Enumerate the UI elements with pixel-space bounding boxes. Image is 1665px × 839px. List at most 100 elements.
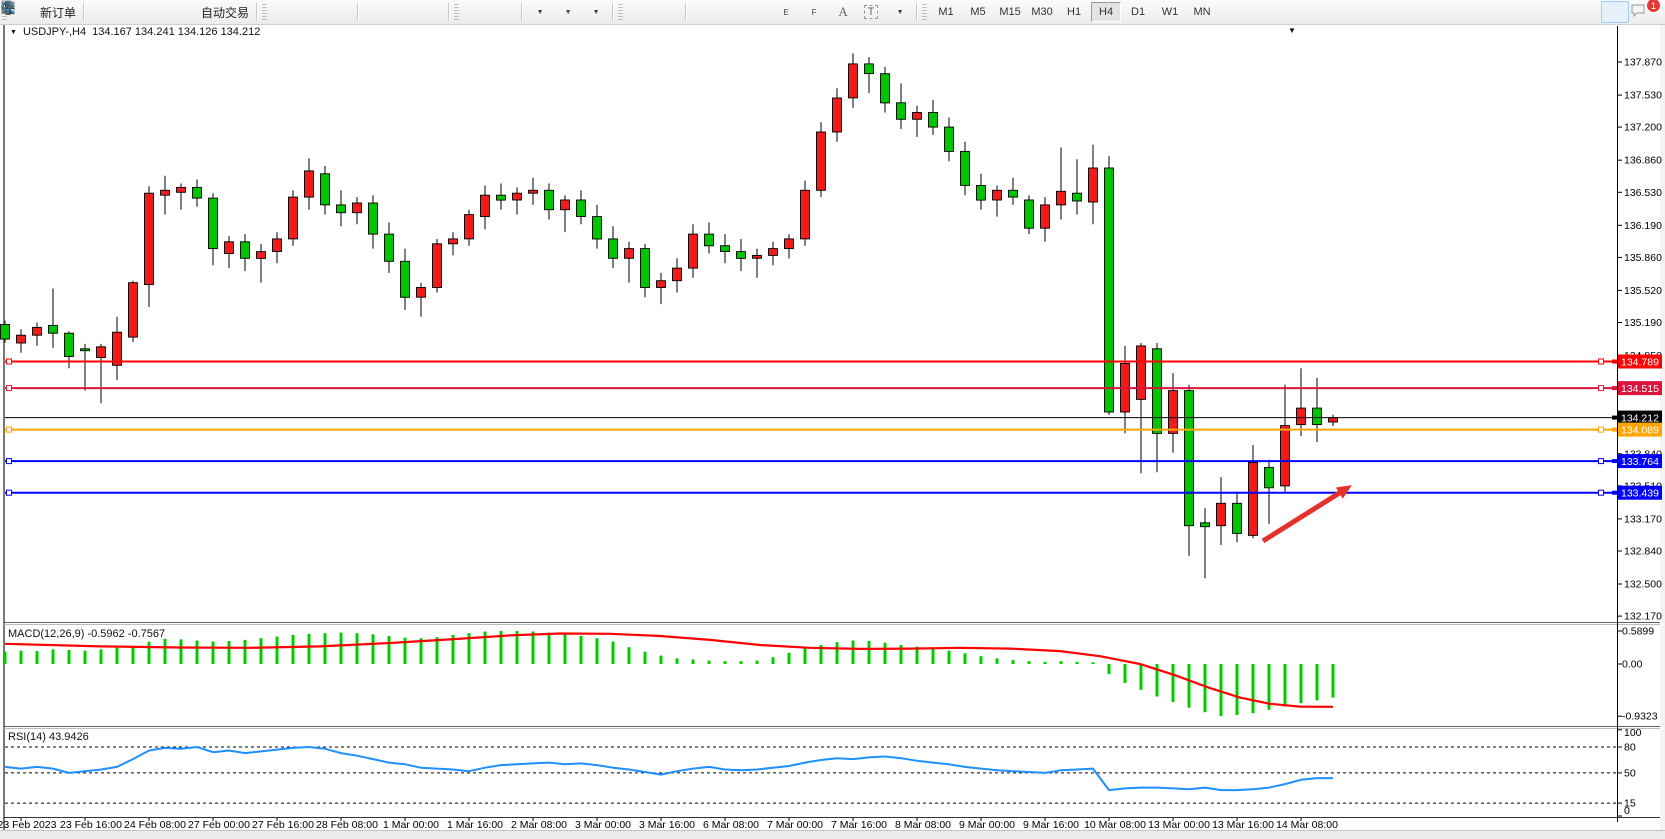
macd-axis-label: -0.9323 xyxy=(1622,711,1658,723)
candlestick-button[interactable] xyxy=(298,1,326,23)
periods-button[interactable]: ▼ xyxy=(553,1,581,23)
line-handle[interactable] xyxy=(1599,459,1604,464)
splitter-macd[interactable] xyxy=(4,622,1660,623)
chevron-down-icon: ▼ xyxy=(593,9,600,16)
equidistant-channel-button[interactable]: E xyxy=(773,1,801,23)
time-label: 27 Feb 00:00 xyxy=(188,819,250,831)
time-axis-border xyxy=(4,817,1660,818)
zoom-out-button[interactable] xyxy=(389,1,417,23)
templates-button[interactable]: ▼ xyxy=(581,1,609,23)
candle-body xyxy=(481,195,490,216)
line-chart-button[interactable] xyxy=(326,1,354,23)
zoom-in-button[interactable] xyxy=(361,1,389,23)
text-icon: A xyxy=(838,4,847,20)
horizontal-line-button[interactable] xyxy=(717,1,745,23)
timeframe-button-mn[interactable]: MN xyxy=(1187,2,1217,22)
candle-body xyxy=(1025,200,1034,228)
candle-body xyxy=(1201,523,1210,527)
candle-body xyxy=(465,215,474,239)
toolbar-grip[interactable] xyxy=(618,4,623,20)
timeframe-button-d1[interactable]: D1 xyxy=(1123,2,1153,22)
trend-arrow-shaft xyxy=(1263,492,1341,541)
macd-axis-label: 0.00 xyxy=(1622,659,1643,671)
axis-tick-label: 135.860 xyxy=(1624,252,1662,264)
timeframe-button-w1[interactable]: W1 xyxy=(1155,2,1185,22)
data-window-button[interactable] xyxy=(115,1,143,23)
tile-windows-button[interactable] xyxy=(417,1,445,23)
vertical-line-button[interactable] xyxy=(689,1,717,23)
candle-body xyxy=(561,200,570,210)
line-handle[interactable] xyxy=(7,459,12,464)
cursor-button[interactable] xyxy=(626,1,654,23)
auto-trading-button[interactable] xyxy=(171,1,199,23)
line-handle[interactable] xyxy=(7,359,12,364)
candle-body xyxy=(865,64,874,74)
auto-trading-label[interactable]: 自动交易 xyxy=(201,4,249,21)
time-label: 23 Feb 2023 xyxy=(0,819,57,831)
rsi-axis-label: 80 xyxy=(1624,742,1636,754)
fibonacci-button[interactable]: F xyxy=(801,1,829,23)
notifications-button[interactable]: 1 xyxy=(1629,1,1657,23)
line-handle[interactable] xyxy=(1599,490,1604,495)
timeframe-button-m5[interactable]: M5 xyxy=(963,2,993,22)
price-lines-layer xyxy=(5,359,1617,495)
candle-body xyxy=(1073,193,1082,201)
candle-body xyxy=(81,349,90,351)
macd-axis-label: 0.5899 xyxy=(1622,626,1654,638)
quick-collapse-icon[interactable]: ▼ xyxy=(1288,26,1296,35)
candle-body xyxy=(817,132,826,190)
candle-body xyxy=(673,268,682,281)
candle-body xyxy=(737,252,746,259)
timeframe-button-m30[interactable]: M30 xyxy=(1027,2,1057,22)
candle-body xyxy=(753,255,762,258)
indicators-button[interactable]: ▼ xyxy=(525,1,553,23)
macd-label: MACD(12,26,9) -0.5962 -0.7567 xyxy=(8,628,165,640)
text-button[interactable]: A xyxy=(829,1,857,23)
chart-shift-button[interactable] xyxy=(490,1,518,23)
text-label-button[interactable]: T xyxy=(857,1,885,23)
axis-tick-label: 136.190 xyxy=(1624,220,1662,232)
candle-body xyxy=(1105,168,1114,412)
line-handle[interactable] xyxy=(1599,386,1604,391)
price-badge-text: 134.515 xyxy=(1621,383,1659,395)
rsi-pane: 1008050150 xyxy=(5,727,1642,817)
new-order-label[interactable]: 新订单 xyxy=(40,4,76,21)
time-label: 13 Mar 00:00 xyxy=(1148,819,1210,831)
candle-body xyxy=(705,234,714,246)
crosshair-button[interactable] xyxy=(654,1,682,23)
candle-body xyxy=(625,249,634,259)
line-handle[interactable] xyxy=(1599,359,1604,364)
line-handle[interactable] xyxy=(7,386,12,391)
trendline-button[interactable] xyxy=(745,1,773,23)
line-handle[interactable] xyxy=(7,490,12,495)
axis-tick-label: 137.870 xyxy=(1624,57,1662,69)
axis-tick-label: 135.520 xyxy=(1624,285,1662,297)
toolbar-grip[interactable] xyxy=(454,4,459,20)
toolbar-grip[interactable] xyxy=(922,4,927,20)
bar-chart-button[interactable] xyxy=(270,1,298,23)
collapse-triangle-icon[interactable]: ▼ xyxy=(10,29,17,36)
badge-connector xyxy=(1612,459,1617,463)
line-handle[interactable] xyxy=(7,427,12,432)
candles-layer xyxy=(1,53,1338,578)
market-watch-button[interactable] xyxy=(87,1,115,23)
price-badge-text: 134.089 xyxy=(1621,425,1659,437)
chevron-down-icon: ▼ xyxy=(565,9,572,16)
timeframe-button-m15[interactable]: M15 xyxy=(995,2,1025,22)
splitter-rsi[interactable] xyxy=(4,726,1660,727)
candle-body xyxy=(513,193,522,200)
toolbar-grip[interactable] xyxy=(262,4,267,20)
timeframe-button-m1[interactable]: M1 xyxy=(931,2,961,22)
candle-body xyxy=(1217,503,1226,525)
auto-scroll-button[interactable] xyxy=(462,1,490,23)
arrows-button[interactable]: ▼ xyxy=(885,1,913,23)
candle-body xyxy=(593,217,602,239)
candle-body xyxy=(17,335,26,343)
timeframe-button-h4[interactable]: H4 xyxy=(1091,2,1121,22)
axis-tick-label: 133.170 xyxy=(1624,513,1662,525)
line-handle[interactable] xyxy=(1599,427,1604,432)
navigator-button[interactable] xyxy=(143,1,171,23)
candle-body xyxy=(273,239,282,252)
search-button[interactable] xyxy=(1601,1,1629,23)
timeframe-button-h1[interactable]: H1 xyxy=(1059,2,1089,22)
